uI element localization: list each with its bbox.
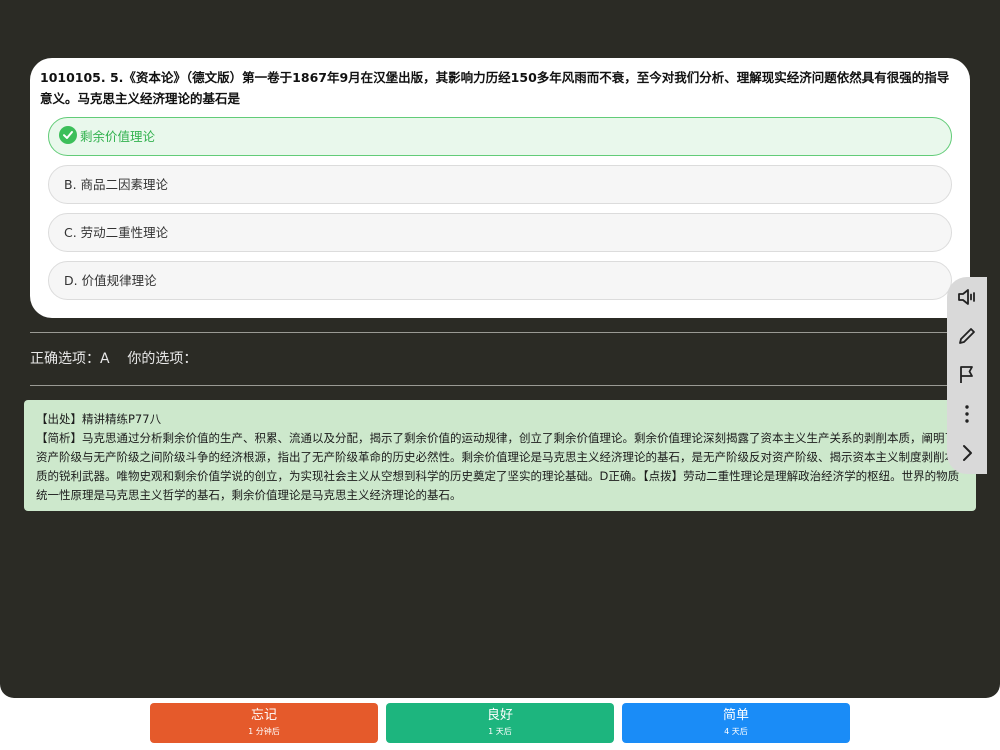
answer-summary: 正确选项：A 你的选项：: [30, 348, 197, 368]
easy-button-interval: 4 天后: [724, 727, 748, 736]
easy-button[interactable]: 简单 4 天后: [622, 703, 850, 743]
chevron-right-icon[interactable]: [955, 441, 979, 465]
question-card: 1010105. 5.《资本论》（德文版）第一卷于1867年9月在汉堡出版，其影…: [30, 58, 970, 318]
option-c-label: C. 劳动二重性理论: [64, 225, 169, 240]
easy-button-label: 简单: [722, 708, 749, 723]
question-text: 1010105. 5.《资本论》（德文版）第一卷于1867年9月在汉堡出版，其影…: [40, 70, 950, 106]
pencil-icon[interactable]: [955, 324, 979, 348]
forget-button-interval: 1 分钟后: [248, 727, 280, 736]
divider-top: [30, 332, 970, 333]
option-c[interactable]: C. 劳动二重性理论: [48, 213, 952, 252]
good-button-interval: 1 天后: [488, 727, 512, 736]
explanation-source: 【出处】精讲精练P77八: [36, 412, 162, 426]
explanation-panel: 【出处】精讲精练P77八 【简析】马克思通过分析剩余价值的生产、积累、流通以及分…: [24, 400, 976, 511]
rating-bar: 忘记 1 分钟后 良好 1 天后 简单 4 天后: [0, 698, 1000, 750]
check-circle-icon: [59, 126, 77, 144]
option-a[interactable]: 剩余价值理论: [48, 117, 952, 156]
explanation-analysis: 【简析】马克思通过分析剩余价值的生产、积累、流通以及分配，揭示了剩余价值的运动规…: [36, 431, 960, 502]
good-button[interactable]: 良好 1 天后: [386, 703, 614, 743]
flag-icon[interactable]: [955, 363, 979, 387]
correct-option-value: A: [100, 351, 110, 367]
your-option-label: 你的选项：: [127, 351, 198, 367]
option-b[interactable]: B. 商品二因素理论: [48, 165, 952, 204]
option-d[interactable]: D. 价值规律理论: [48, 261, 952, 300]
option-d-label: D. 价值规律理论: [64, 273, 157, 288]
correct-option-label: 正确选项：: [30, 351, 100, 367]
option-b-label: B. 商品二因素理论: [64, 177, 169, 192]
side-toolbar: [947, 277, 987, 474]
divider-bottom: [30, 385, 970, 386]
good-button-label: 良好: [486, 708, 513, 723]
more-vertical-icon[interactable]: [955, 402, 979, 426]
forget-button[interactable]: 忘记 1 分钟后: [150, 703, 378, 743]
speaker-icon[interactable]: [955, 285, 979, 309]
review-screen: 1010105. 5.《资本论》（德文版）第一卷于1867年9月在汉堡出版，其影…: [0, 0, 1000, 698]
option-a-label: 剩余价值理论: [80, 129, 156, 144]
forget-button-label: 忘记: [250, 708, 277, 723]
